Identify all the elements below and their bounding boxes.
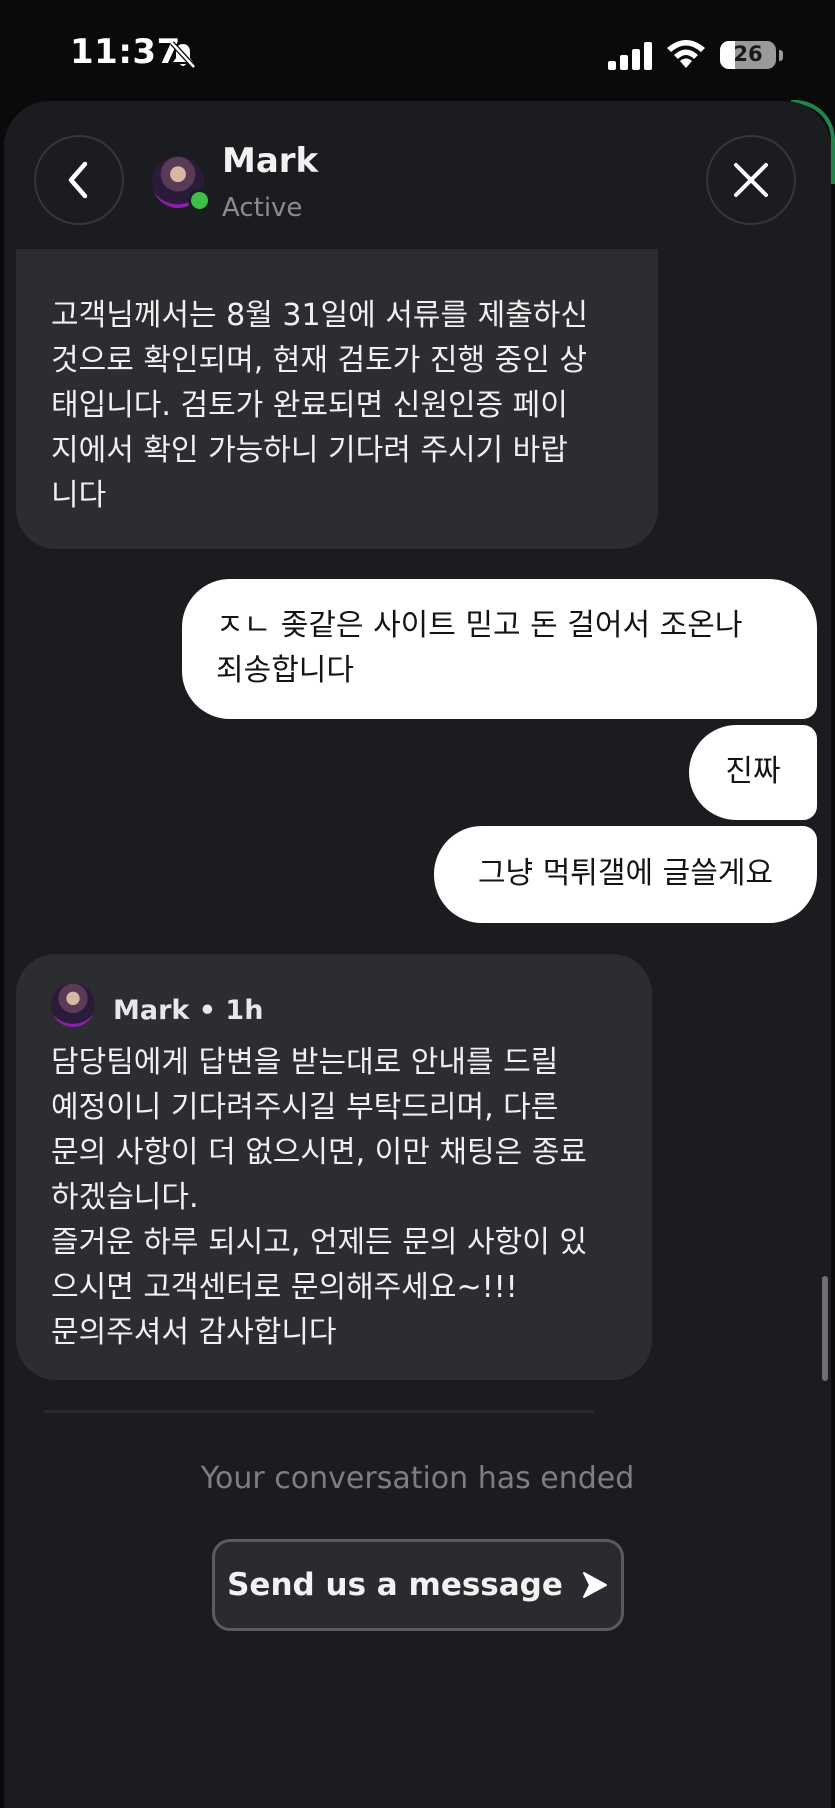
screen: 11:37 26 Mark Active 고객님께서는 8월 31일에 서류를 … xyxy=(0,0,835,1808)
close-icon xyxy=(734,163,768,197)
send-message-button[interactable]: Send us a message xyxy=(212,1539,624,1631)
message-bubble-outgoing: ㅈㄴ 좆같은 사이트 믿고 돈 걸어서 조온나 죄송합니다 xyxy=(182,579,817,719)
chat-sheet: Mark Active 고객님께서는 8월 31일에 서류를 제출하신 것으로 … xyxy=(4,101,831,1808)
agent-status: Active xyxy=(222,193,303,223)
cellular-signal-icon xyxy=(608,42,652,70)
send-message-label: Send us a message xyxy=(227,1567,563,1603)
battery-icon: 26 xyxy=(720,41,776,69)
message-author: Mark • 1h xyxy=(113,995,264,1026)
message-text: 담당팀에게 답변을 받는대로 안내를 드릴 예정이니 기다려주시길 부탁드리며,… xyxy=(51,1045,587,1350)
message-bubble-outgoing: 진짜 xyxy=(689,725,817,820)
chevron-left-icon xyxy=(68,161,88,199)
message-bubble-incoming: Mark • 1h 담당팀에게 답변을 받는대로 안내를 드릴 예정이니 기다려… xyxy=(16,954,652,1380)
message-header: Mark • 1h xyxy=(51,980,451,1030)
scrollbar[interactable] xyxy=(822,1276,828,1381)
arrow-right-icon xyxy=(582,1572,607,1598)
bell-slash-icon xyxy=(170,41,196,69)
agent-name: Mark xyxy=(222,141,319,181)
status-time: 11:37 xyxy=(70,32,181,72)
conversation-ended-text: Your conversation has ended xyxy=(200,1461,635,1496)
close-button[interactable] xyxy=(706,135,796,225)
status-bar: 11:37 26 xyxy=(0,0,835,100)
message-bubble-outgoing: 그냥 먹튀갤에 글쓸게요 xyxy=(434,826,817,923)
battery-nub xyxy=(779,50,783,61)
battery-percentage: 26 xyxy=(733,42,763,66)
message-bubble-incoming: 고객님께서는 8월 31일에 서류를 제출하신 것으로 확인되며, 현재 검토가… xyxy=(16,249,658,549)
avatar xyxy=(51,983,95,1027)
online-status-dot xyxy=(188,189,211,212)
divider xyxy=(44,1410,594,1413)
chat-header: Mark Active xyxy=(4,101,831,251)
wifi-icon xyxy=(667,40,705,68)
back-button[interactable] xyxy=(34,135,124,225)
